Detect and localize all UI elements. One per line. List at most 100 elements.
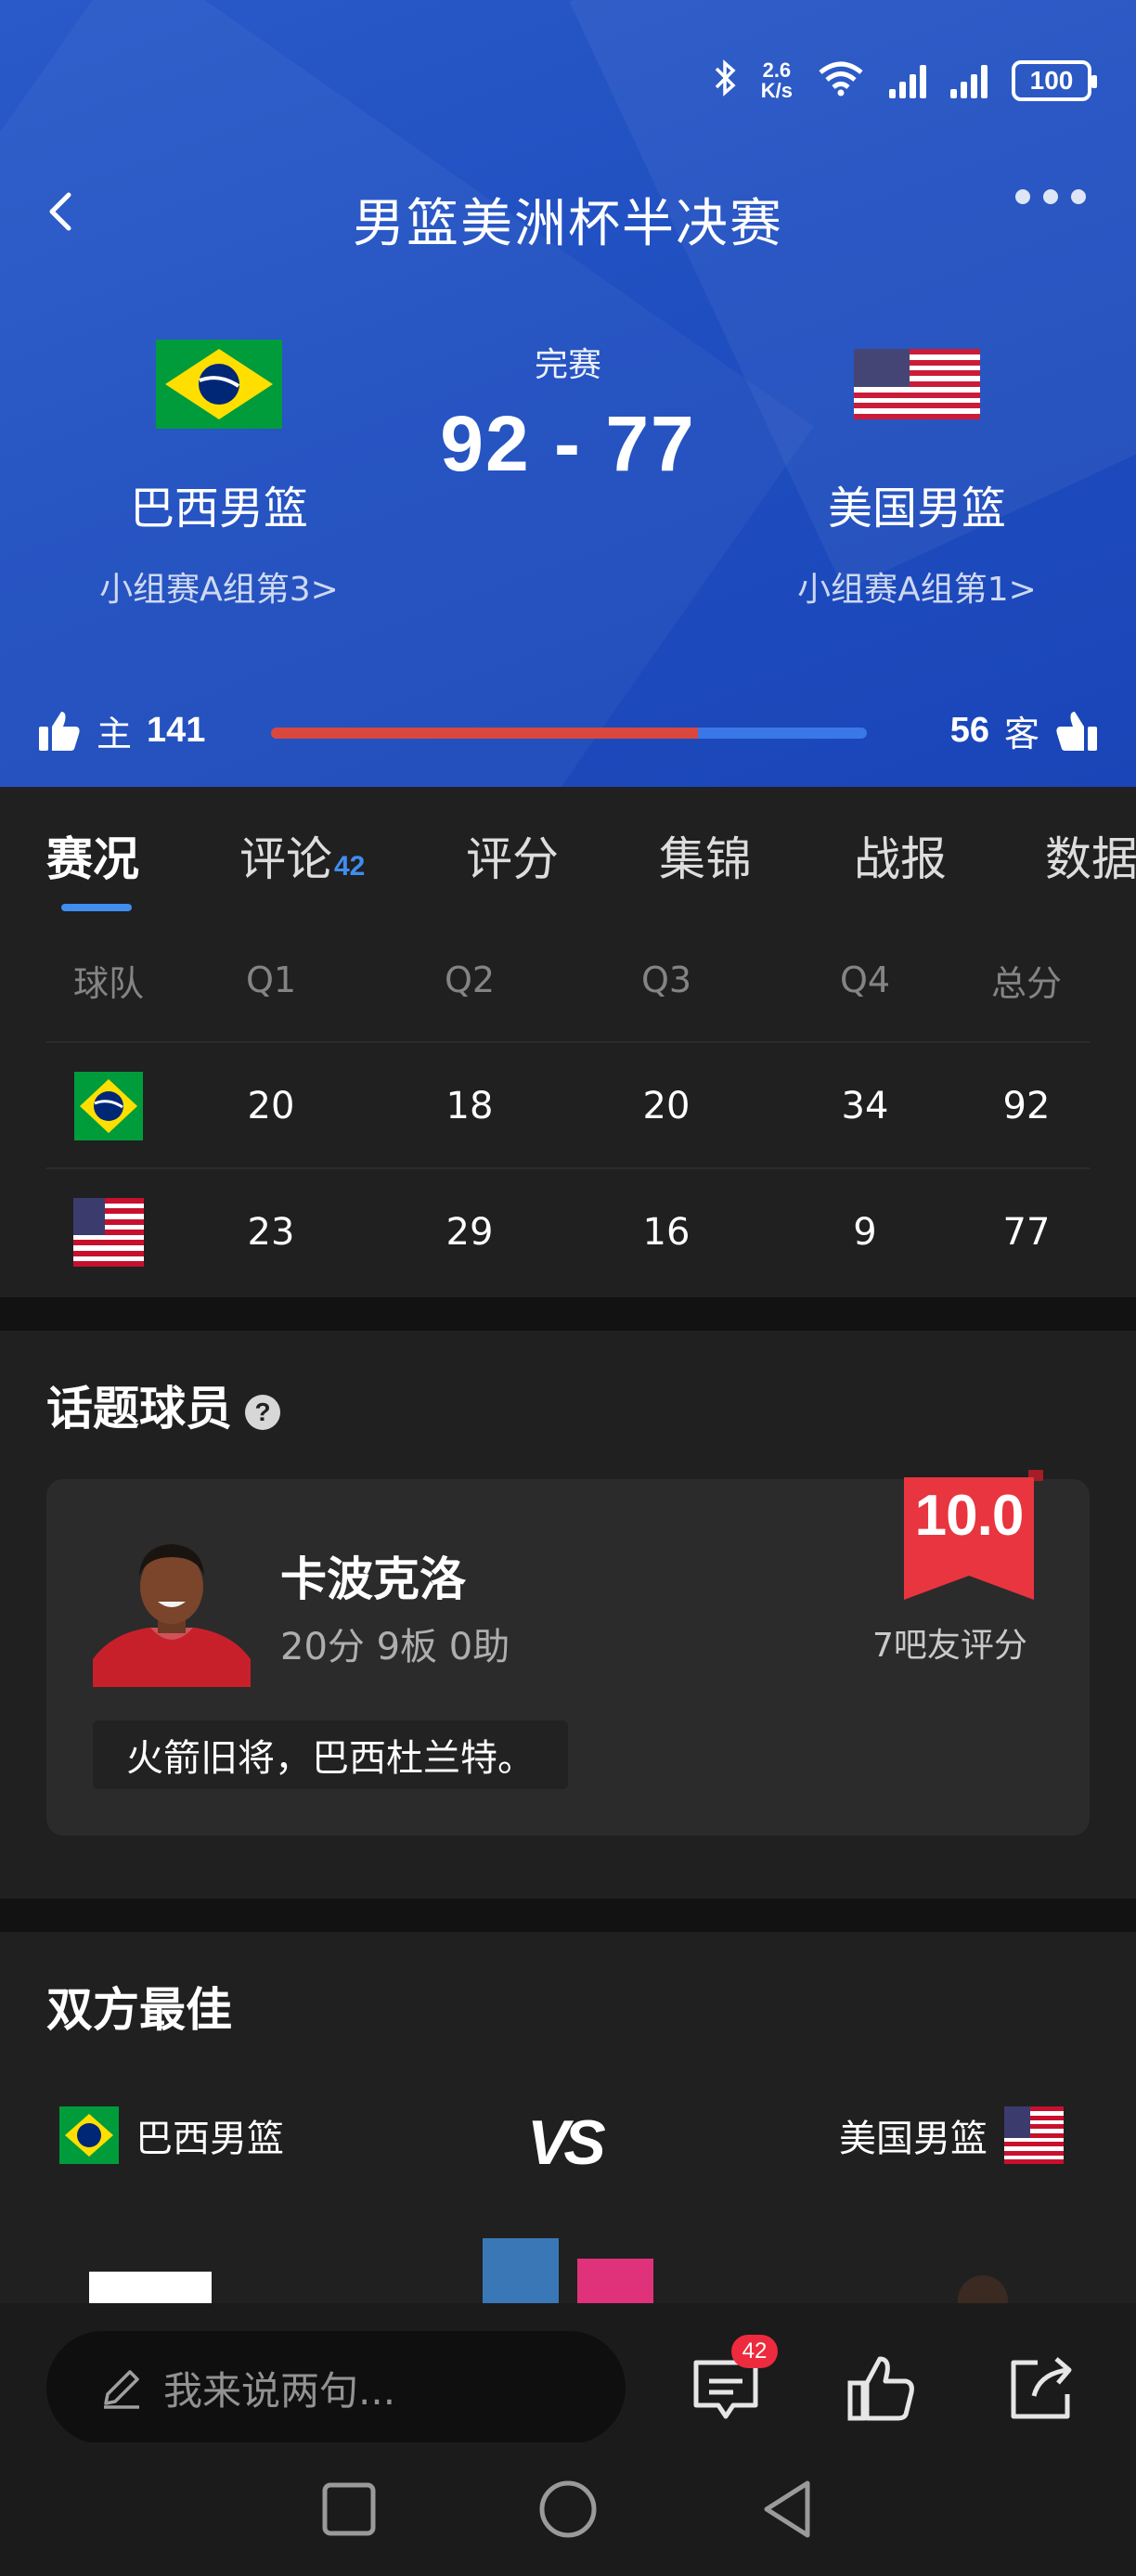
share-icon (1011, 2357, 1072, 2419)
match-header: 2.6 K/s 100 男篮美洲杯半决赛 巴西男篮 小组赛A组第3> 完赛 92… (0, 0, 1136, 787)
back-nav-icon[interactable] (757, 2478, 817, 2541)
away-compare-bar (577, 2259, 653, 2303)
home-like-button[interactable]: 主 141 (37, 705, 205, 756)
comment-placeholder: 我来说两句... (163, 2367, 396, 2414)
away-team-group[interactable]: 小组赛A组第1> (731, 562, 1103, 611)
thumbs-up-icon (1056, 711, 1097, 751)
score-block: 完赛 92 - 77 (382, 338, 754, 489)
comment-input[interactable]: 我来说两句... (46, 2331, 626, 2444)
home-like-count: 141 (147, 711, 206, 750)
vote-ratio-bar (271, 728, 867, 739)
table-header: 球队 (72, 962, 144, 1004)
bluetooth-icon (713, 59, 737, 101)
comments-button[interactable]: 42 (691, 2335, 778, 2424)
pencil-icon (104, 2370, 139, 2409)
signal-icon-2 (950, 63, 988, 98)
table-header: 总分 (990, 962, 1062, 1004)
section-divider (0, 1899, 1136, 1932)
player-quote: 火箭旧将，巴西杜兰特。 (93, 1720, 568, 1789)
home-compare-bar (483, 2238, 559, 2303)
table-row: 23 29 16 9 77 (0, 1169, 1136, 1295)
table-cell: 20 (247, 1085, 295, 1127)
player-stats: 20分 9板 0助 (280, 1626, 510, 1668)
usa-flag-icon (1004, 2106, 1064, 2164)
table-cell: 34 (841, 1085, 889, 1127)
player-name: 卡波克洛 (280, 1552, 466, 1606)
match-status: 完赛 (534, 346, 601, 384)
network-speed: 2.6 K/s (760, 58, 793, 102)
home-team-group[interactable]: 小组赛A组第3> (33, 562, 405, 611)
vs-icon: VS (527, 2107, 606, 2178)
home-team[interactable]: 巴西男篮 小组赛A组第3> (33, 338, 405, 611)
help-icon[interactable]: ? (245, 1394, 280, 1430)
tab-stats[interactable]: 数据 (1045, 822, 1136, 889)
final-score: 92 - 77 (440, 400, 696, 487)
table-header: Q2 (444, 960, 496, 1000)
status-bar: 2.6 K/s 100 (0, 0, 1136, 167)
like-button[interactable] (846, 2353, 917, 2424)
section-divider (0, 1297, 1136, 1331)
thumbs-up-icon (847, 2356, 914, 2421)
table-cell: 23 (247, 1211, 295, 1254)
brazil-flag-icon (46, 1043, 171, 1169)
away-like-label: 客 (1003, 714, 1039, 754)
home-best-player-avatar (89, 2272, 212, 2303)
table-header-row: 球队 Q1 Q2 Q3 Q4 总分 (0, 917, 1136, 1043)
section-title: 双方最佳 (46, 1983, 232, 2037)
table-cell: 16 (642, 1211, 691, 1254)
home-like-label: 主 (97, 714, 133, 754)
best-away-team-name: 美国男篮 (839, 2118, 988, 2160)
away-team[interactable]: 美国男篮 小组赛A组第1> (731, 338, 1103, 611)
more-options-button[interactable] (1015, 189, 1086, 204)
support-vote-row: 主 141 56 客 (0, 705, 1136, 761)
player-avatar (93, 1529, 251, 1687)
home-team-name: 巴西男篮 (129, 483, 308, 535)
comment-bar: 我来说两句... 42 (0, 2303, 1136, 2444)
status-icons: 2.6 K/s 100 (713, 58, 1097, 102)
rating-count: 7吧友评分 (872, 1627, 1027, 1665)
tab-comments[interactable]: 评论42 (239, 822, 365, 889)
usa-flag-icon (731, 338, 1103, 431)
table-cell: 77 (1002, 1211, 1051, 1254)
home-vote-fill (271, 728, 698, 739)
table-header: Q4 (839, 960, 891, 1000)
topic-player-card[interactable]: 卡波克洛 20分 9板 0助 10.0 7吧友评分 火箭旧将，巴西杜兰特。 (46, 1470, 1090, 1835)
tab-bar: 赛况 评论42 评分 集锦 战报 数据 (0, 787, 1136, 917)
table-header: Q3 (640, 960, 692, 1000)
wifi-icon (817, 59, 865, 101)
active-tab-indicator (61, 904, 132, 911)
table-cell: 18 (445, 1085, 494, 1127)
table-cell: 9 (853, 1211, 877, 1254)
rating-value: 10.0 (914, 1484, 1025, 1548)
table-row: 20 18 20 34 92 (0, 1043, 1136, 1169)
table-cell: 92 (1002, 1085, 1051, 1127)
table-header: Q1 (245, 960, 297, 1000)
tab-ratings[interactable]: 评分 (466, 822, 559, 889)
home-icon[interactable] (536, 2478, 600, 2541)
tab-game-status[interactable]: 赛况 (46, 822, 139, 889)
usa-flag-icon (46, 1169, 171, 1295)
best-home-team-name: 巴西男篮 (136, 2118, 284, 2160)
recent-apps-icon[interactable] (319, 2479, 379, 2539)
page-title: 男篮美洲杯半决赛 (353, 194, 783, 254)
rating-badge: 10.0 (904, 1470, 1043, 1600)
tab-highlights[interactable]: 集锦 (659, 822, 752, 889)
best-home-team: 巴西男篮 (59, 2106, 284, 2164)
signal-icon (889, 63, 926, 98)
table-cell: 20 (642, 1085, 691, 1127)
nav-bar: 男篮美洲杯半决赛 (0, 174, 1136, 254)
away-like-count: 56 (949, 711, 989, 750)
thumbs-up-icon (39, 711, 80, 751)
comments-badge: 42 (731, 2335, 778, 2368)
brazil-flag-icon (59, 2106, 119, 2164)
tab-report[interactable]: 战报 (854, 822, 947, 889)
brazil-flag-icon (33, 338, 405, 431)
comments-count-badge: 42 (334, 851, 366, 882)
battery-indicator: 100 (1012, 59, 1097, 101)
best-away-team: 美国男篮 (839, 2106, 1064, 2164)
away-like-button[interactable]: 56 客 (950, 705, 1099, 756)
table-cell: 29 (445, 1211, 494, 1254)
system-nav-bar (0, 2442, 1136, 2576)
quarter-score-table: 球队 Q1 Q2 Q3 Q4 总分 20 18 20 34 92 23 29 1… (0, 917, 1136, 1297)
share-button[interactable] (1006, 2353, 1077, 2424)
